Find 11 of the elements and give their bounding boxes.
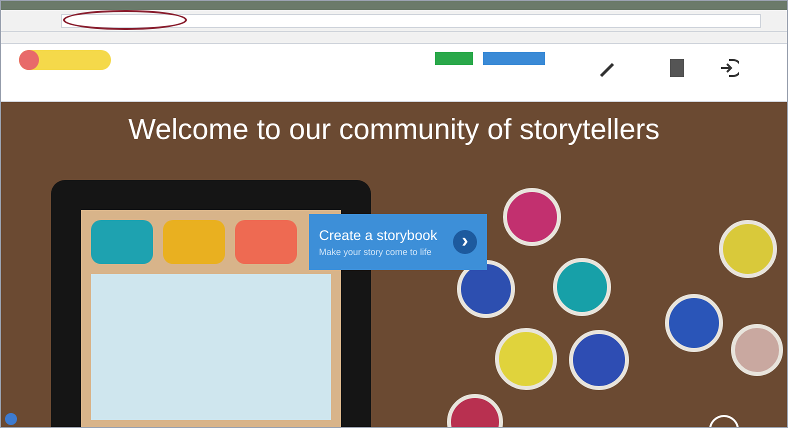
login-icon[interactable] (719, 58, 739, 78)
help-button[interactable] (5, 413, 17, 425)
arrow-button[interactable]: › (453, 230, 477, 254)
pencil-icon[interactable] (599, 60, 617, 78)
card-subtitle: Make your story come to life (319, 246, 433, 258)
book-icon[interactable] (669, 58, 685, 78)
create-storybook-card[interactable]: Create a storybook Make your story come to life › (309, 214, 487, 270)
hero-heading: Welcome to our community of storytellers (127, 113, 661, 148)
logo-drawing[interactable] (19, 50, 111, 70)
address-bar[interactable] (61, 14, 761, 28)
card-title: Create a storybook (319, 226, 438, 242)
